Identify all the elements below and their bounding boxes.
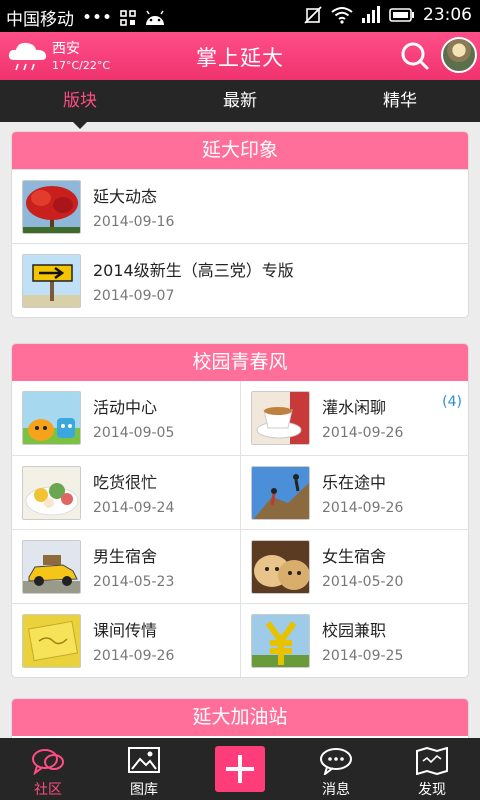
status-bar: 中国移动 ••• 23:06: [0, 0, 480, 32]
cartoon-image: [22, 391, 81, 445]
item-date: 2014-09-26: [93, 648, 175, 664]
yuan-sign-image: [251, 614, 310, 668]
grid-icon: [120, 9, 136, 26]
more-dots: •••: [82, 7, 113, 28]
item-name: 2014级新生（高三党）专版: [93, 261, 294, 280]
red-flower-tree-image: [22, 180, 81, 234]
item-date: 2014-09-07: [93, 288, 175, 304]
message-icon: [320, 748, 352, 775]
item-date: 2014-09-25: [322, 648, 404, 664]
yellow-card-image: [22, 614, 81, 668]
puppies-image: [251, 540, 310, 594]
nav-discover[interactable]: 发现: [384, 738, 480, 800]
item-date: 2014-09-16: [93, 214, 175, 230]
list-item[interactable]: 女生宿舍 2014-05-20: [241, 529, 468, 603]
item-date: 2014-09-26: [322, 425, 404, 441]
list-item[interactable]: 2014级新生（高三党）专版 2014-09-07: [12, 243, 468, 317]
section-title: 延大加油站: [12, 699, 468, 736]
item-name: 活动中心: [93, 398, 158, 417]
item-date: 2014-05-20: [322, 574, 404, 590]
unread-badge: (4): [442, 394, 462, 410]
list-item[interactable]: 活动中心 2014-09-05: [12, 381, 241, 455]
tea-cup-image: [251, 391, 310, 445]
carrier-label: 中国移动: [6, 10, 74, 30]
section-title: 延大印象: [12, 132, 468, 169]
section-station: 延大加油站: [11, 698, 469, 738]
item-date: 2014-09-05: [93, 425, 175, 441]
nav-label: 发现: [418, 782, 446, 798]
bottom-nav: 社区 图库 消息 发现: [0, 738, 480, 800]
list-item[interactable]: 延大动态 2014-09-16: [12, 169, 468, 243]
plus-icon: [215, 746, 265, 792]
nav-label: 社区: [34, 782, 62, 798]
list-item[interactable]: 男生宿舍 2014-05-23: [12, 529, 241, 603]
food-image: [22, 466, 81, 520]
wifi-icon: [331, 7, 353, 24]
tab-latest[interactable]: 最新: [160, 80, 320, 122]
item-name: 校园兼职: [322, 621, 387, 640]
nav-label: 消息: [322, 782, 350, 798]
item-name: 乐在途中: [322, 473, 387, 492]
tab-featured[interactable]: 精华: [320, 80, 480, 122]
car-image: [22, 540, 81, 594]
item-name: 吃货很忙: [93, 473, 158, 492]
list-item[interactable]: 校园兼职 2014-09-25: [241, 603, 468, 677]
tab-boards[interactable]: 版块: [0, 80, 160, 129]
item-date: 2014-09-26: [322, 500, 404, 516]
list-item[interactable]: 灌水闲聊 (4) 2014-09-26: [241, 381, 468, 455]
avatar[interactable]: [441, 37, 477, 73]
nav-label: 图库: [130, 782, 158, 798]
nav-gallery[interactable]: 图库: [96, 738, 192, 800]
tab-bar: 版块 最新 精华: [0, 80, 480, 129]
list-item[interactable]: 吃货很忙 2014-09-24: [12, 455, 241, 529]
mute-icon: [304, 6, 322, 24]
list-item[interactable]: 乐在途中 2014-09-26: [241, 455, 468, 529]
item-name: 男生宿舍: [93, 547, 158, 566]
item-date: 2014-09-24: [93, 500, 175, 516]
nav-add[interactable]: [192, 738, 288, 800]
clock: 23:06: [423, 5, 472, 25]
section-youth: 校园青春风 活动中心 2014-09-05 灌水闲聊 (4) 2014-09-2…: [11, 343, 469, 678]
signal-icon: [362, 6, 380, 23]
climbing-image: [251, 466, 310, 520]
search-icon[interactable]: [400, 41, 430, 71]
nav-messages[interactable]: 消息: [288, 738, 384, 800]
item-name: 课间传情: [93, 621, 158, 640]
board-list[interactable]: 延大印象 延大动态 2014-09-16 2014级新生（高三党）专版 2014…: [0, 122, 480, 738]
android-icon: [146, 10, 165, 25]
item-date: 2014-05-23: [93, 574, 175, 590]
image-icon: [128, 747, 160, 773]
nav-community[interactable]: 社区: [0, 738, 96, 800]
item-name: 延大动态: [93, 187, 158, 206]
arrow-sign-image: [22, 254, 81, 308]
section-title: 校园青春风: [12, 344, 468, 381]
app-header: 西安 17°C/22°C 掌上延大: [0, 32, 480, 80]
map-icon: [416, 747, 448, 775]
item-name: 女生宿舍: [322, 547, 387, 566]
list-item[interactable]: 课间传情 2014-09-26: [12, 603, 241, 677]
chat-bubbles-icon: [32, 749, 64, 775]
battery-icon: [389, 8, 414, 22]
section-impression: 延大印象 延大动态 2014-09-16 2014级新生（高三党）专版 2014…: [11, 131, 469, 318]
item-name: 灌水闲聊: [322, 398, 387, 417]
